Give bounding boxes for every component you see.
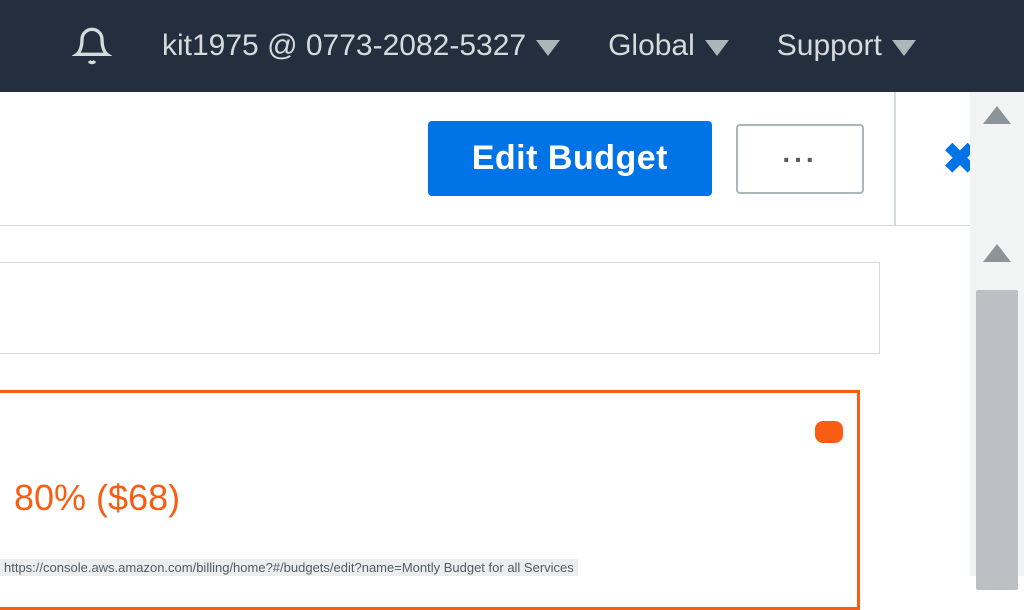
scroll-thumb[interactable]: [976, 290, 1018, 590]
scroll-up-icon[interactable]: [983, 106, 1011, 124]
edit-budget-button[interactable]: Edit Budget: [428, 121, 712, 196]
support-label: Support: [777, 29, 882, 63]
toolbar-actions: Edit Budget ...: [0, 92, 894, 225]
alert-threshold-text: 80% ($68): [14, 477, 833, 519]
caret-down-icon: [705, 40, 729, 56]
toolbar: Edit Budget ... ✖: [0, 92, 1024, 226]
scroll-up-icon[interactable]: [983, 244, 1011, 262]
caret-down-icon: [536, 40, 560, 56]
account-menu[interactable]: kit1975 @ 0773-2082-5327: [162, 29, 560, 63]
region-menu[interactable]: Global: [608, 29, 729, 63]
threshold-alert-panel: 80% ($68): [0, 390, 860, 610]
budget-summary-panel: [0, 262, 880, 354]
caret-down-icon: [892, 40, 916, 56]
more-actions-button[interactable]: ...: [736, 124, 864, 194]
status-bar-link: https://console.aws.amazon.com/billing/h…: [0, 559, 578, 576]
alert-indicator-icon: [815, 421, 843, 443]
vertical-scrollbar[interactable]: [970, 92, 1024, 576]
support-menu[interactable]: Support: [777, 29, 916, 63]
account-label: kit1975 @ 0773-2082-5327: [162, 29, 526, 63]
notifications-icon[interactable]: [70, 24, 114, 68]
region-label: Global: [608, 29, 695, 63]
top-nav: kit1975 @ 0773-2082-5327 Global Support: [0, 0, 1024, 92]
